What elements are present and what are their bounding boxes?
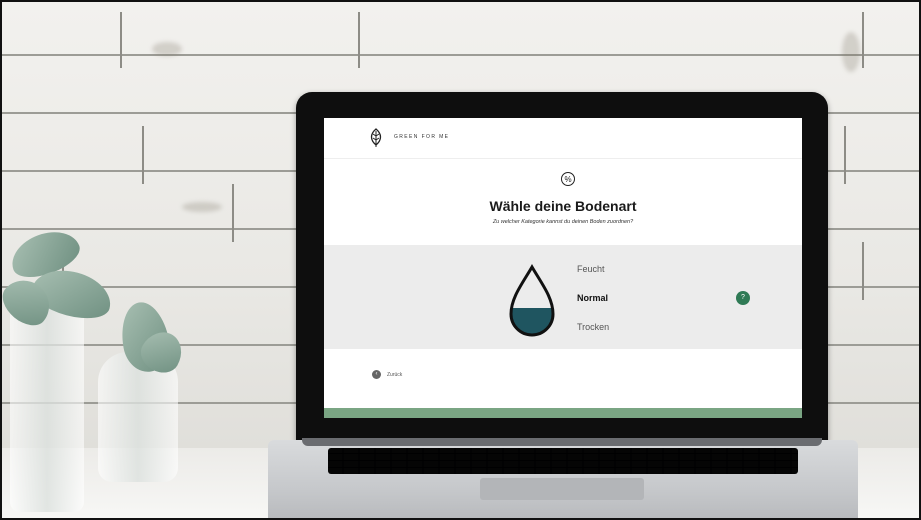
brand-name: GREEN FOR ME <box>394 134 450 140</box>
chevron-left-icon: ‹ <box>372 370 381 379</box>
option-trocken[interactable]: Trocken <box>577 322 609 332</box>
soil-selection-panel <box>324 245 802 349</box>
brick-joint <box>120 12 122 68</box>
laptop-keyboard <box>328 448 798 474</box>
help-question-icon[interactable]: ? <box>736 291 750 305</box>
laptop-hinge <box>302 438 822 446</box>
page-subtitle: Zu welcher Kategorie kannst du deinen Bo… <box>492 219 634 225</box>
wall-stain <box>842 32 860 72</box>
water-drop-icon <box>509 264 555 337</box>
back-label: Zurück <box>387 371 403 378</box>
bottom-accent-bar <box>324 408 802 418</box>
brick-joint <box>232 184 234 242</box>
wall-stain <box>152 42 182 56</box>
option-feucht[interactable]: Feucht <box>577 264 605 274</box>
brick-joint <box>862 242 864 300</box>
laptop-screen: GREEN FOR ME % Wähle deine Bodenart Zu w… <box>324 118 802 418</box>
glass-jar <box>10 302 84 512</box>
brick-joint <box>862 12 864 68</box>
step-badge-icon: % <box>561 172 575 186</box>
wall-stain <box>182 202 222 212</box>
photo-scene: GREEN FOR ME % Wähle deine Bodenart Zu w… <box>0 0 921 520</box>
brick-joint <box>844 126 846 184</box>
back-button[interactable]: ‹ Zurück <box>372 370 402 379</box>
leaf-logo-icon[interactable] <box>368 128 384 148</box>
page-title: Wähle deine Bodenart <box>489 198 637 214</box>
laptop-trackpad <box>480 478 644 500</box>
option-normal[interactable]: Normal <box>577 293 608 303</box>
brick-joint <box>358 12 360 68</box>
brick-joint <box>142 126 144 184</box>
app-header: GREEN FOR ME <box>324 118 802 159</box>
